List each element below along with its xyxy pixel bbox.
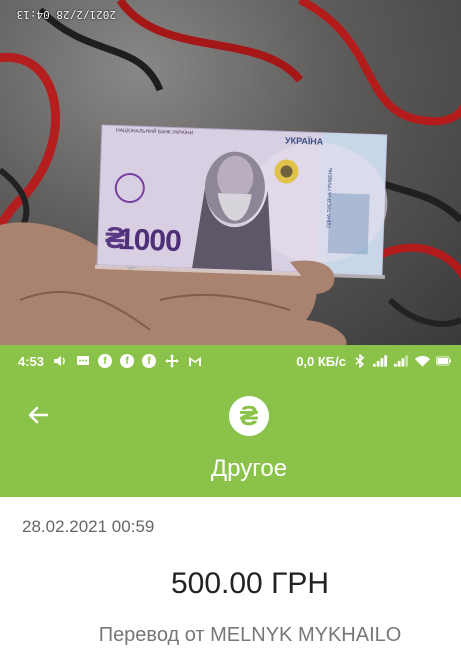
photo-timestamp: 2021/2/28 04:13: [16, 8, 116, 21]
back-button[interactable]: [20, 397, 56, 433]
app-bar: ₴ Другое: [0, 377, 461, 497]
facebook-icon: f: [142, 354, 157, 368]
banknote-denomination: 1000: [117, 222, 182, 259]
transaction-details: 28.02.2021 00:59 500.00 ГРН Перевод от M…: [0, 497, 461, 660]
arrow-left-icon: [28, 406, 49, 424]
move-icon: [164, 354, 179, 369]
banknote-photo: 2021/2/28 04:13 НАЦІОНАЛЬНИЙ БАНК УКРАЇН…: [0, 0, 461, 345]
gmail-icon: [187, 354, 202, 369]
signal-icon: [394, 354, 409, 369]
hryvnia-icon: ₴: [229, 396, 269, 436]
wifi-icon: [415, 354, 430, 369]
status-time: 4:53: [18, 353, 45, 369]
speaker-icon: [52, 354, 67, 369]
photo-drawing: [0, 0, 461, 345]
facebook-icon: f: [98, 354, 113, 368]
signal-icon: [373, 354, 388, 369]
transaction-description: Перевод от MELNYK MYKHAILO: [98, 624, 402, 646]
transaction-amount: 500.00 ГРН: [170, 567, 329, 600]
category-title: Другое: [210, 455, 288, 482]
transaction-date: 28.02.2021 00:59: [22, 517, 155, 536]
message-icon: [75, 354, 90, 369]
network-speed: 0,0 КБ/с: [296, 353, 346, 369]
bluetooth-icon: [352, 354, 367, 369]
battery-icon: [436, 354, 451, 369]
banknote-country: УКРАЇНА: [284, 135, 324, 147]
facebook-icon: f: [120, 354, 135, 368]
status-bar: 4:53 f f f 0,0 КБ/с: [0, 345, 461, 377]
